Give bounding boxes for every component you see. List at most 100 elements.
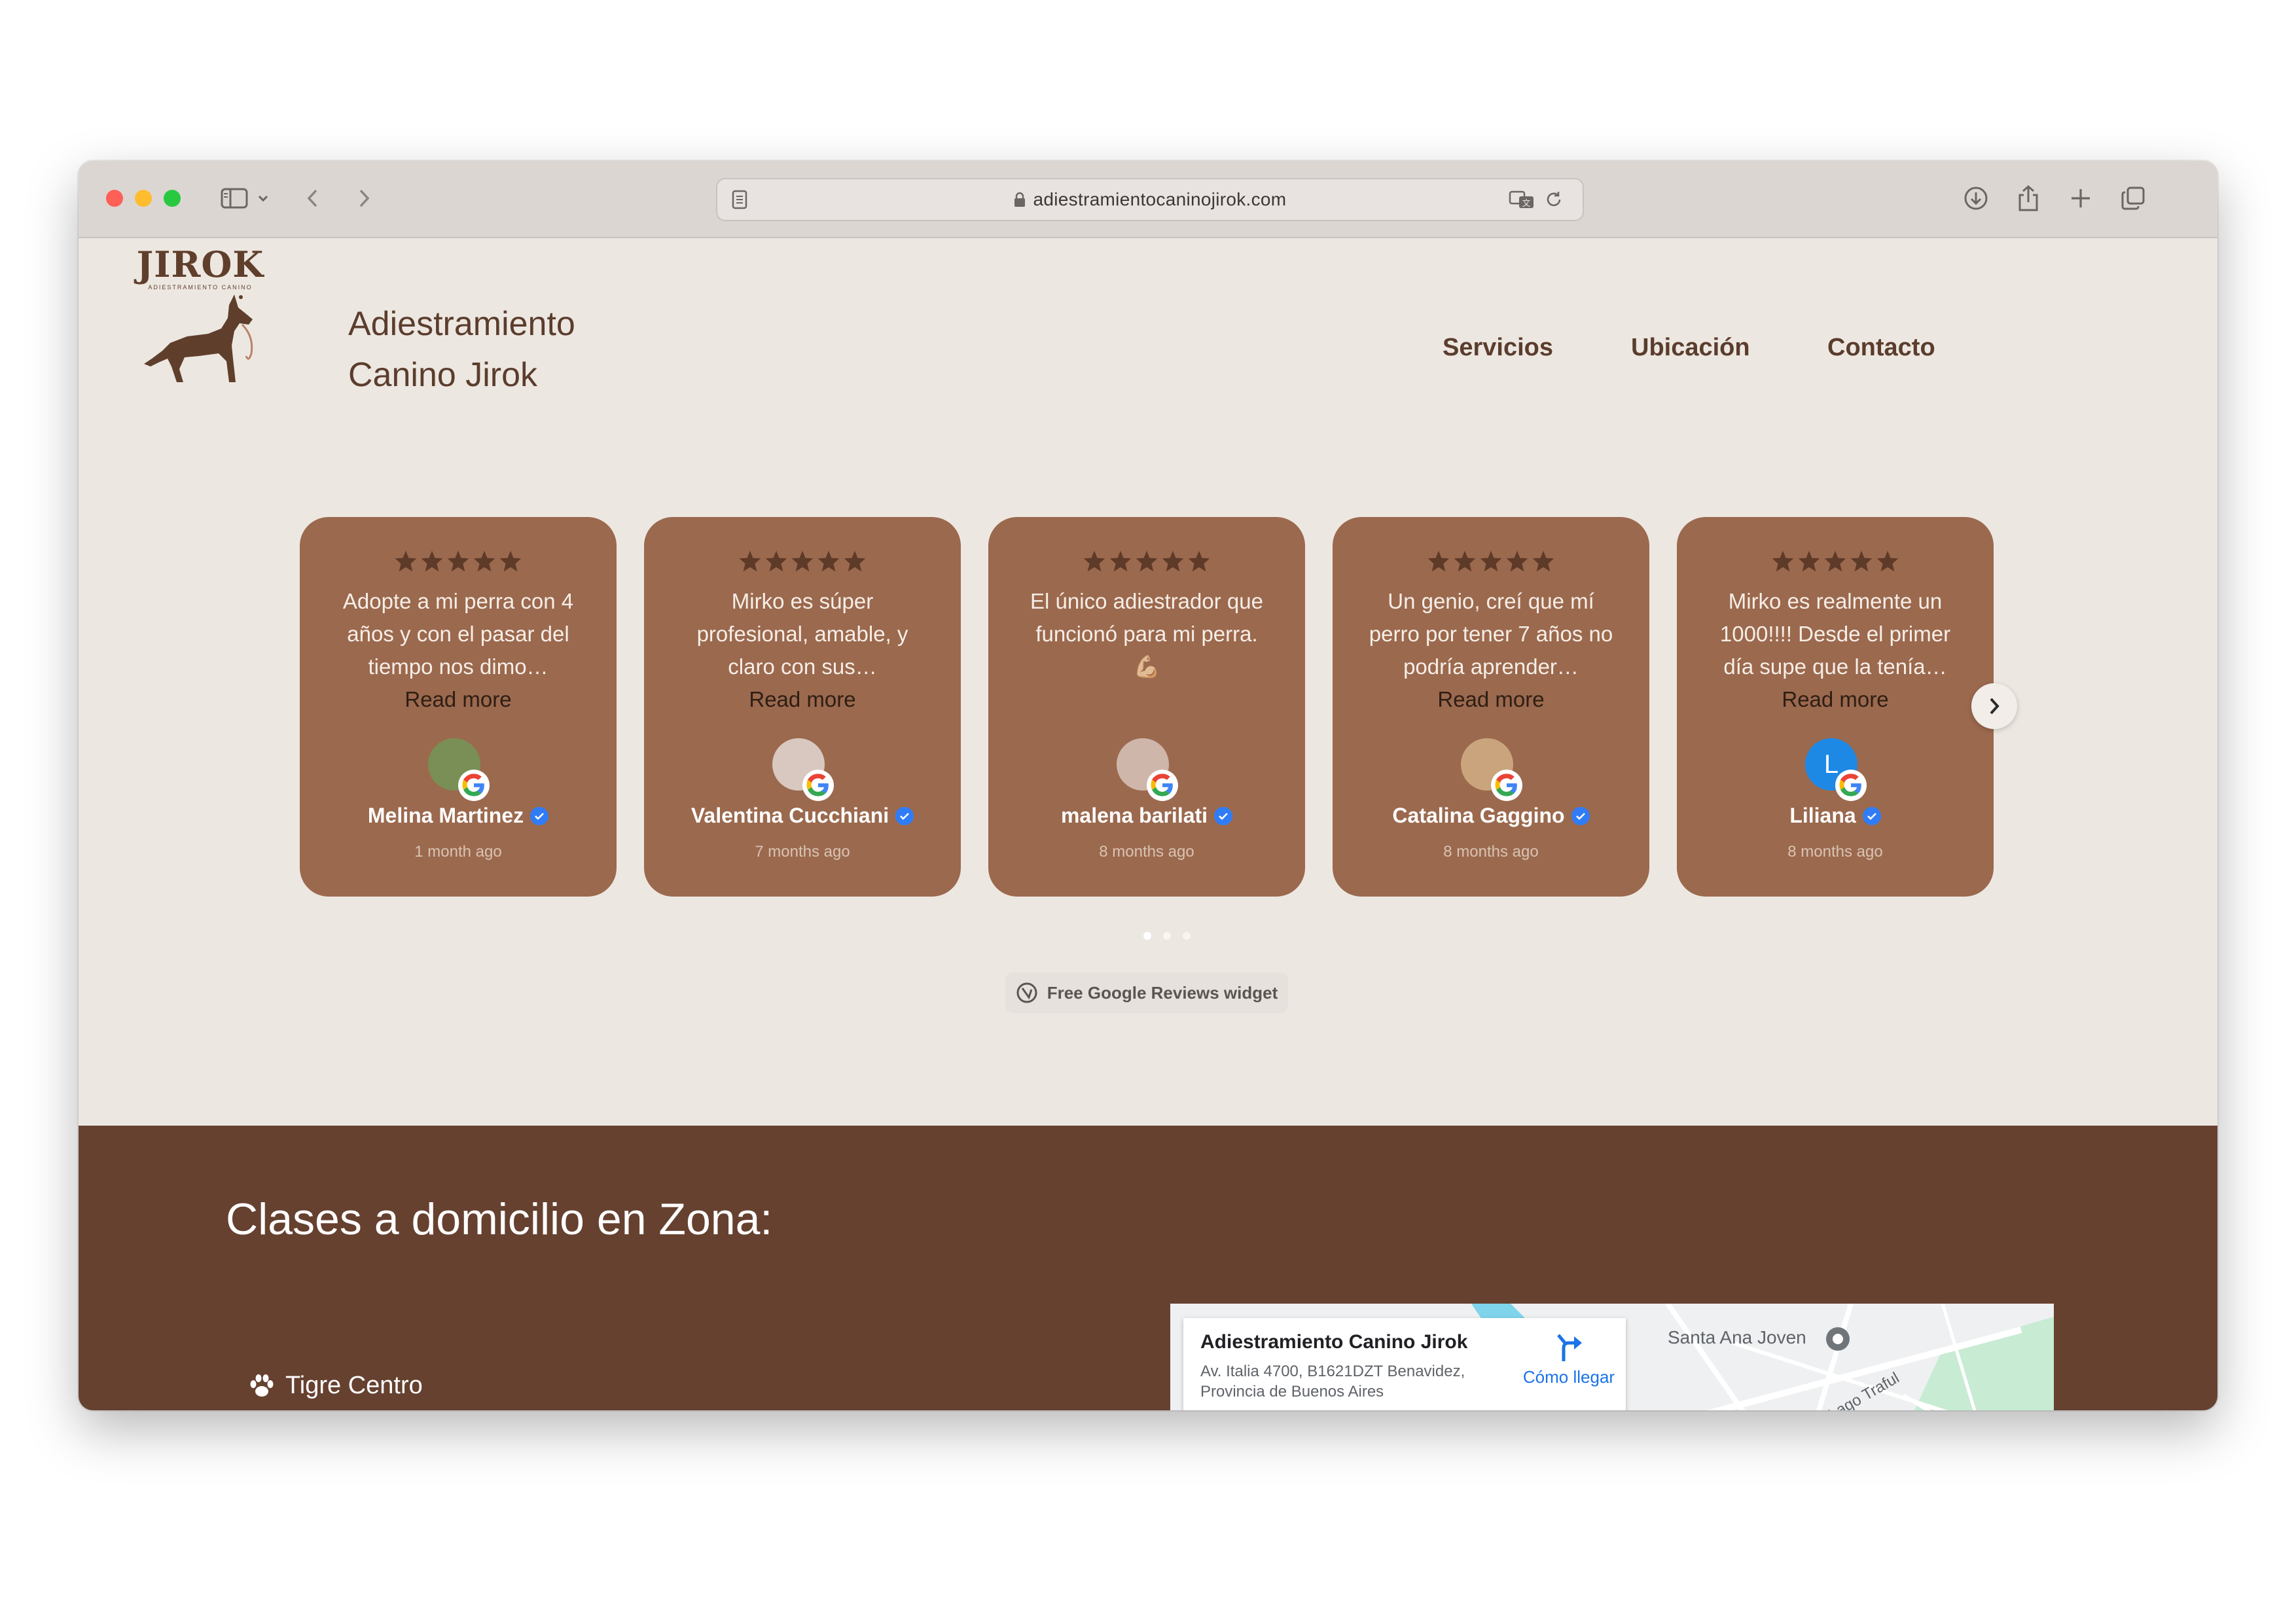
zone-section: Clases a domicilio en Zona: Tigre Centro… <box>79 1126 2217 1410</box>
nav-contacto[interactable]: Contacto <box>1827 334 1935 362</box>
google-logo-icon <box>1147 770 1178 801</box>
reviewer-name: malena barilati <box>988 804 1305 828</box>
address-bar[interactable]: adiestramientocaninojirok.com 文 <box>716 178 1584 221</box>
read-more-link[interactable]: Read more <box>677 683 928 716</box>
site-logo[interactable]: JIROK ADIESTRAMIENTO CANINO <box>130 243 271 395</box>
star-icon <box>1453 550 1477 575</box>
map-address: Av. Italia 4700, B1621DZT Benavidez, Pro… <box>1200 1361 1501 1402</box>
star-icon <box>499 550 522 575</box>
lock-icon <box>1014 192 1025 207</box>
map-place-name: Adiestramiento Canino Jirok <box>1200 1331 1468 1353</box>
star-icon <box>1876 550 1899 575</box>
paw-icon <box>250 1374 274 1397</box>
reviewer-avatar-wrap <box>1461 738 1522 801</box>
verified-check-icon <box>1862 806 1881 825</box>
review-body: Un genio, creí que mí perro por tener 7 … <box>1369 589 1613 679</box>
reviewer-avatar-wrap <box>428 738 490 801</box>
star-icon <box>1850 550 1873 575</box>
reviewer-name-text: Melina Martinez <box>367 804 524 827</box>
read-more-link[interactable]: Read more <box>1365 683 1617 716</box>
carousel-dot-2[interactable] <box>1163 932 1171 940</box>
star-rating <box>300 550 617 575</box>
star-icon <box>1083 550 1106 575</box>
star-icon <box>1505 550 1529 575</box>
review-date: 7 months ago <box>755 843 850 861</box>
read-more-link[interactable]: Read more <box>332 683 584 716</box>
review-date: 8 months ago <box>1443 843 1539 861</box>
review-card[interactable]: Un genio, creí que mí perro por tener 7 … <box>1333 517 1649 897</box>
star-icon <box>1109 550 1132 575</box>
map-label-santa-ana: Santa Ana Joven <box>1668 1327 1806 1347</box>
carousel-next-button[interactable] <box>1971 683 2017 729</box>
map-info-card: Adiestramiento Canino Jirok Av. Italia 4… <box>1183 1318 1626 1410</box>
review-card[interactable]: Adopte a mi perra con 4 años y con el pa… <box>300 517 617 897</box>
star-rating <box>1677 550 1994 575</box>
star-rating <box>644 550 961 575</box>
reviewer-avatar-wrap: L <box>1805 738 1867 801</box>
star-icon <box>1187 550 1211 575</box>
sidebar-icon[interactable] <box>217 183 251 213</box>
verified-check-icon <box>1571 806 1590 825</box>
google-logo-icon <box>1491 770 1522 801</box>
review-date: 8 months ago <box>1099 843 1194 861</box>
google-reviews-widget-badge[interactable]: Free Google Reviews widget <box>1005 972 1288 1013</box>
star-icon <box>1823 550 1847 575</box>
review-body: Mirko es súper profesional, amable, y cl… <box>696 589 908 679</box>
read-more-link[interactable]: Read more <box>1710 683 1961 716</box>
new-tab-icon[interactable] <box>2066 183 2096 213</box>
google-logo-icon <box>802 770 834 801</box>
carousel-dot-3[interactable] <box>1183 932 1191 940</box>
back-arrow-icon[interactable] <box>301 183 325 213</box>
close-window-button[interactable] <box>106 190 123 207</box>
star-icon <box>420 550 444 575</box>
review-text: Mirko es súper profesional, amable, y cl… <box>677 585 928 716</box>
review-body: Mirko es realmente un 1000!!!! Desde el … <box>1719 589 1951 679</box>
star-icon <box>1479 550 1503 575</box>
star-icon <box>1771 550 1795 575</box>
review-body: El único adiestrador que funcionó para m… <box>1030 589 1263 679</box>
browser-window: adiestramientocaninojirok.com 文 JIROK AD… <box>79 161 2217 1410</box>
zone-title: Clases a domicilio en Zona: <box>226 1194 773 1244</box>
reviewer-name-text: Valentina Cucchiani <box>691 804 889 827</box>
reload-icon[interactable] <box>1541 185 1567 215</box>
carousel-dot-1[interactable] <box>1143 932 1151 940</box>
review-body: Adopte a mi perra con 4 años y con el pa… <box>342 589 574 679</box>
tab-overview-icon[interactable] <box>2118 183 2148 213</box>
review-card[interactable]: Mirko es súper profesional, amable, y cl… <box>644 517 961 897</box>
review-card[interactable]: El único adiestrador que funcionó para m… <box>988 517 1305 897</box>
svg-text:文: 文 <box>1522 199 1530 209</box>
star-icon <box>1161 550 1185 575</box>
reviewer-name-text: Liliana <box>1789 804 1856 827</box>
review-date: 8 months ago <box>1787 843 1883 861</box>
review-text: Un genio, creí que mí perro por tener 7 … <box>1365 585 1617 716</box>
zone-item-label: Tigre Centro <box>285 1372 423 1399</box>
reviewer-name-text: malena barilati <box>1060 804 1208 827</box>
map-address-line1: Av. Italia 4700, B1621DZT Benavidez, <box>1200 1363 1465 1380</box>
google-map[interactable]: Santa Ana Joven Lago Traful Adiestramien… <box>1170 1304 2054 1410</box>
chevron-down-icon[interactable] <box>255 183 271 213</box>
share-icon[interactable] <box>2013 183 2043 213</box>
zoom-window-button[interactable] <box>164 190 181 207</box>
nav-ubicacion[interactable]: Ubicación <box>1631 334 1750 362</box>
star-icon <box>817 550 840 575</box>
directions-button[interactable]: Cómo llegar <box>1520 1331 1618 1387</box>
browser-toolbar: adiestramientocaninojirok.com 文 <box>79 161 2217 238</box>
review-card[interactable]: Mirko es realmente un 1000!!!! Desde el … <box>1677 517 1994 897</box>
google-logo-icon <box>1835 770 1867 801</box>
review-date: 1 month ago <box>414 843 502 861</box>
star-rating <box>988 550 1305 575</box>
star-icon <box>843 550 867 575</box>
minimize-window-button[interactable] <box>135 190 152 207</box>
reviewer-name: Melina Martinez <box>300 804 617 828</box>
logo-text: JIROK <box>136 243 264 285</box>
nav-servicios[interactable]: Servicios <box>1443 334 1553 362</box>
translate-icon[interactable]: 文 <box>1507 185 1537 215</box>
reviewer-name-text: Catalina Gaggino <box>1392 804 1565 827</box>
star-icon <box>791 550 814 575</box>
google-logo-icon <box>458 770 490 801</box>
logo-subtext: ADIESTRAMIENTO CANINO <box>148 284 253 291</box>
site-title-line1: Adiestramiento <box>348 305 575 343</box>
downloads-icon[interactable] <box>1961 183 1991 213</box>
forward-arrow-icon[interactable] <box>352 183 376 213</box>
url-text: adiestramientocaninojirok.com <box>1033 189 1287 209</box>
